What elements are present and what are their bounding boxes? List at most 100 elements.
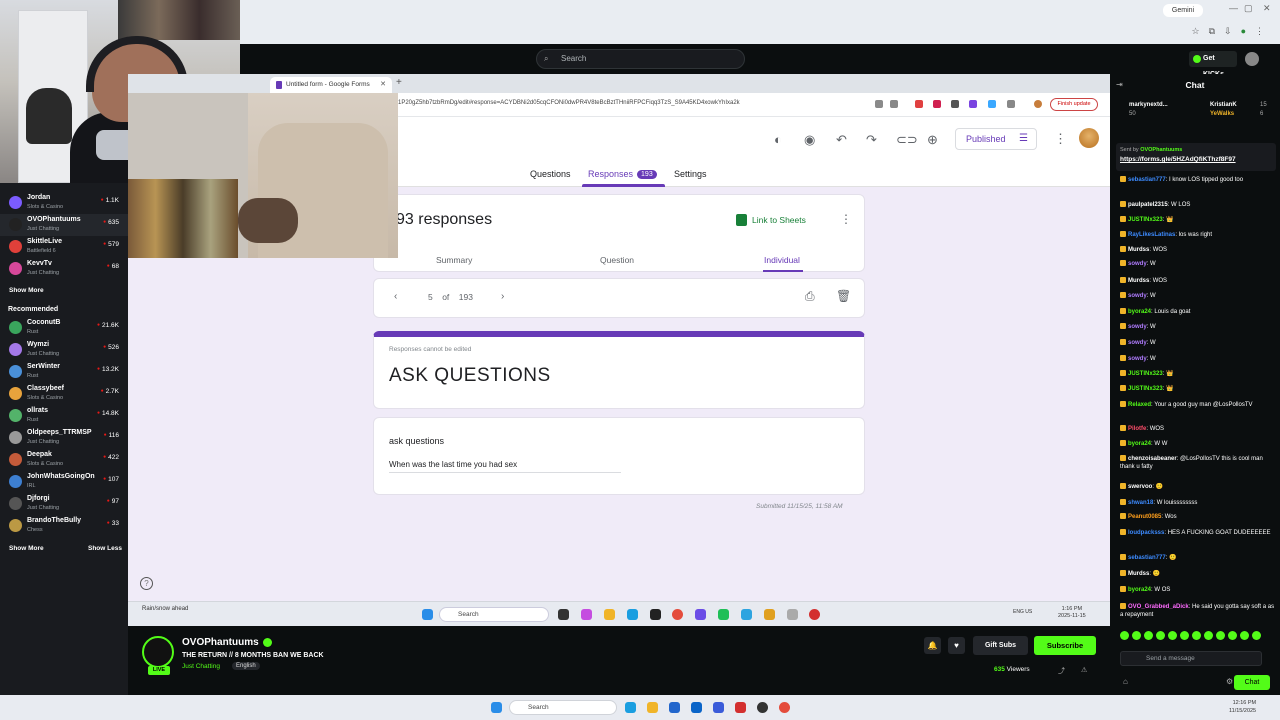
channel-item[interactable]: SerWinter Rust 13.2K <box>0 361 128 383</box>
previous-response-icon[interactable]: ‹ <box>394 291 397 302</box>
chat-username[interactable]: OVO_Grabbed_aDick <box>1128 604 1189 610</box>
extension-icon[interactable] <box>1007 100 1015 108</box>
pinned-user[interactable]: OVOPhantuums <box>1140 147 1182 153</box>
minimize-icon[interactable]: — <box>1229 3 1238 13</box>
channel-item[interactable]: Deepak Slots & Casino 422 <box>0 449 128 471</box>
chat-username[interactable]: sowdy <box>1128 340 1147 346</box>
chat-username[interactable]: RayLikesLatinas <box>1128 232 1175 238</box>
windows-start-icon[interactable] <box>491 702 502 713</box>
avatar[interactable] <box>1245 52 1259 66</box>
chat-username[interactable]: Peanut0085 <box>1128 514 1161 520</box>
follow-heart-button[interactable]: ♥ <box>948 637 965 654</box>
gifter-name[interactable]: markynextd... <box>1129 102 1168 108</box>
tab-responses[interactable]: Responses 193 <box>588 169 657 180</box>
channel-item[interactable]: BrandoTheBully Chess 33 <box>0 515 128 537</box>
extension-icon[interactable] <box>915 100 923 108</box>
chat-username[interactable]: sowdy <box>1128 324 1147 330</box>
gift-icon[interactable]: ⌂ <box>1123 677 1128 686</box>
chat-username[interactable]: byora24 <box>1128 587 1151 593</box>
chrome-icon[interactable] <box>779 702 790 713</box>
avatar[interactable] <box>142 636 174 668</box>
emote-icon[interactable] <box>1156 631 1165 640</box>
add-collaborator-icon[interactable]: ⊕ <box>927 132 938 148</box>
channel-item[interactable]: OVOPhantuums Just Chatting 635 <box>0 214 128 236</box>
emote-icon[interactable] <box>1144 631 1153 640</box>
chat-username[interactable]: JUSTINx323 <box>1128 386 1163 392</box>
channel-item[interactable]: SkittleLive Battlefield 6 579 <box>0 236 128 258</box>
channel-item[interactable]: JohnWhatsGoingOn IRL 107 <box>0 471 128 493</box>
new-tab-icon[interactable]: + <box>396 77 402 88</box>
task-view-icon[interactable] <box>558 609 569 620</box>
search-input[interactable]: ⌕ Search <box>536 49 745 69</box>
tab-settings[interactable]: Settings <box>674 169 707 179</box>
app-icon[interactable] <box>669 702 680 713</box>
chat-username[interactable]: sowdy <box>1128 356 1147 362</box>
emote-icon[interactable] <box>1180 631 1189 640</box>
chat-username[interactable]: sowdy <box>1128 261 1147 267</box>
tab-questions[interactable]: Questions <box>530 169 571 179</box>
help-icon[interactable]: ? <box>140 577 153 590</box>
emote-icon[interactable] <box>1240 631 1249 640</box>
file-explorer-icon[interactable] <box>604 609 615 620</box>
chat-username[interactable]: Murdss <box>1128 278 1149 284</box>
chat-username[interactable]: loudpacksss <box>1128 530 1164 536</box>
show-more-link[interactable]: Show More <box>9 545 44 552</box>
telegram-icon[interactable] <box>741 609 752 620</box>
link-icon[interactable]: ⊂⊃ <box>896 132 918 148</box>
app-icon[interactable] <box>713 702 724 713</box>
download-icon[interactable]: ⇩ <box>1224 26 1232 37</box>
taskbar-search[interactable]: Search <box>439 607 549 622</box>
redo-icon[interactable]: ↷ <box>866 132 877 148</box>
gemini-button[interactable]: Gemini <box>1163 4 1203 17</box>
send-chat-button[interactable]: Chat <box>1234 675 1270 690</box>
emote-icon[interactable] <box>1132 631 1141 640</box>
channel-item[interactable]: Jordan Slots & Casino 1.1K <box>0 192 128 214</box>
close-icon[interactable]: ✕ <box>380 77 386 93</box>
system-tray[interactable]: 1:16 PM 2025-11-15 <box>1058 606 1086 620</box>
chat-username[interactable]: sebastian777 <box>1128 177 1166 183</box>
chat-username[interactable]: sebastian777 <box>1128 555 1166 561</box>
emote-icon[interactable] <box>1204 631 1213 640</box>
chat-username[interactable]: shwan18 <box>1128 500 1153 506</box>
profile-icon[interactable] <box>1034 100 1042 108</box>
more-options-icon[interactable]: ⋮ <box>840 212 852 226</box>
undo-icon[interactable]: ↶ <box>836 132 847 148</box>
current-response[interactable]: 5 <box>428 292 433 302</box>
menu-icon[interactable]: ⋮ <box>1255 26 1264 37</box>
palette-icon[interactable]: ◐ <box>774 132 782 147</box>
extension-icon[interactable] <box>951 100 959 108</box>
link-to-sheets-button[interactable]: Link to Sheets <box>736 214 806 226</box>
chat-username[interactable]: JUSTINx323 <box>1128 371 1163 377</box>
gear-icon[interactable]: ⚙ <box>1226 677 1233 686</box>
tab-question[interactable]: Question <box>600 255 634 265</box>
chat-username[interactable]: Relaxed <box>1128 402 1151 408</box>
emote-icon[interactable] <box>1252 631 1261 640</box>
channel-item[interactable]: Wymzi Just Chatting 526 <box>0 339 128 361</box>
chat-username[interactable]: Murdss <box>1128 247 1149 253</box>
next-response-icon[interactable]: › <box>501 291 504 302</box>
gifter-name[interactable]: KristianK <box>1210 102 1237 108</box>
chrome-icon[interactable] <box>672 609 683 620</box>
chat-username[interactable]: JUSTINx323 <box>1128 217 1163 223</box>
extension-icon[interactable] <box>969 100 977 108</box>
show-less-link[interactable]: Show Less <box>88 545 122 552</box>
subscribe-button[interactable]: Subscribe <box>1034 636 1096 655</box>
channel-item[interactable]: Oldpeeps_TTRMSP Just Chatting 116 <box>0 427 128 449</box>
chat-username[interactable]: paulpatel2315 <box>1128 202 1168 208</box>
gift-subs-button[interactable]: Gift Subs <box>973 636 1028 655</box>
chat-username[interactable]: Pilotfe <box>1128 426 1146 432</box>
extension-icon[interactable] <box>933 100 941 108</box>
language-indicator[interactable]: ENG US <box>1013 609 1032 615</box>
edge-icon[interactable] <box>627 609 638 620</box>
channel-item[interactable]: KevvTv Just Chatting 68 <box>0 258 128 280</box>
maximize-icon[interactable]: ▢ <box>1244 3 1253 14</box>
chat-username[interactable]: swervoo <box>1128 484 1152 490</box>
language-tag[interactable]: English <box>232 662 260 670</box>
published-button[interactable]: Published ☰ <box>955 128 1037 150</box>
obs-icon[interactable] <box>757 702 768 713</box>
app-icon[interactable] <box>764 609 775 620</box>
emote-icon[interactable] <box>1168 631 1177 640</box>
app-icon[interactable] <box>650 609 661 620</box>
outlook-icon[interactable] <box>691 702 702 713</box>
extension-icon[interactable] <box>988 100 996 108</box>
